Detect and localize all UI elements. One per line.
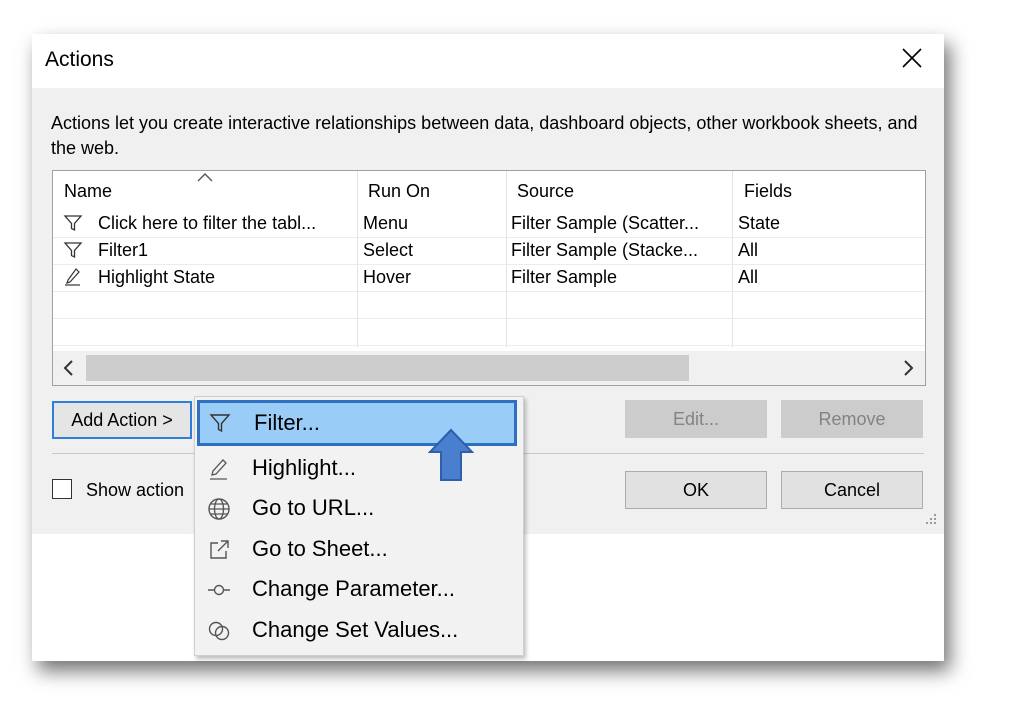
cancel-button[interactable]: Cancel [781, 471, 923, 509]
highlight-icon [65, 268, 80, 286]
cell-source: Filter Sample (Scatter... [511, 213, 700, 233]
column-header-source[interactable]: Source [517, 181, 574, 202]
add-action-button[interactable]: Add Action > [52, 401, 192, 439]
menu-item-go-to-sheet[interactable]: Go to Sheet... [195, 528, 523, 568]
row-divider [53, 264, 925, 265]
close-icon[interactable] [900, 46, 924, 70]
scroll-left-icon[interactable] [62, 359, 76, 377]
pointer-arrow-icon [428, 428, 474, 481]
cell-name: Filter1 [98, 240, 149, 260]
filter-icon [63, 215, 83, 232]
scrollbar-thumb[interactable] [86, 355, 689, 381]
edit-button[interactable]: Edit... [625, 400, 767, 438]
globe-icon [208, 498, 230, 520]
column-separator [732, 171, 733, 347]
menu-item-label: Go to Sheet... [252, 536, 388, 561]
menu-item-label: Go to URL... [252, 495, 375, 520]
dialog-description: Actions let you create interactive relat… [51, 113, 918, 158]
column-separator [357, 171, 358, 347]
cell-name: Highlight State [98, 267, 216, 287]
set-values-icon [208, 621, 230, 641]
column-separator [506, 171, 507, 347]
add-action-menu: Filter... Highlight... Go to URL... Go t… [194, 396, 524, 656]
dialog-title: Actions [45, 48, 114, 71]
highlight-icon [210, 459, 227, 480]
column-header-name[interactable]: Name [64, 181, 112, 202]
external-link-icon [210, 540, 229, 559]
column-header-run-on[interactable]: Run On [368, 181, 430, 202]
remove-button[interactable]: Remove [781, 400, 923, 438]
actions-list[interactable]: Name Run On Source Fields Click here to … [52, 170, 926, 386]
show-action-checkbox[interactable] [52, 479, 72, 499]
cell-run-on: Select [363, 240, 414, 260]
scroll-right-icon[interactable] [901, 359, 915, 377]
ok-button[interactable]: OK [625, 471, 767, 509]
row-divider [53, 318, 925, 319]
cell-source: Filter Sample [511, 267, 618, 287]
cell-source: Filter Sample (Stacke... [511, 240, 699, 260]
row-divider [53, 291, 925, 292]
menu-item-label: Highlight... [252, 455, 356, 480]
cell-fields: All [738, 267, 759, 287]
menu-item-label: Change Parameter... [252, 576, 456, 601]
cell-name: Click here to filter the tabl... [98, 213, 317, 233]
row-divider [53, 345, 925, 346]
cell-fields: State [738, 213, 781, 233]
menu-item-go-to-url[interactable]: Go to URL... [195, 487, 523, 527]
parameter-icon [208, 584, 230, 596]
horizontal-scrollbar[interactable] [53, 351, 925, 385]
row-divider [53, 237, 925, 238]
title-bar: Actions [32, 34, 944, 88]
sort-ascending-icon [197, 173, 213, 182]
resize-grip-icon[interactable] [924, 512, 938, 526]
show-action-label: Show action [86, 480, 185, 500]
cell-run-on: Hover [363, 267, 412, 287]
menu-item-label: Change Set Values... [252, 617, 459, 642]
menu-item-change-set-values[interactable]: Change Set Values... [195, 609, 523, 649]
menu-item-label: Filter... [254, 410, 321, 435]
column-header-fields[interactable]: Fields [744, 181, 792, 202]
filter-icon [209, 414, 231, 433]
filter-icon [63, 242, 83, 259]
cell-run-on: Menu [363, 213, 409, 233]
cell-fields: All [738, 240, 759, 260]
menu-item-change-parameter[interactable]: Change Parameter... [195, 568, 523, 608]
